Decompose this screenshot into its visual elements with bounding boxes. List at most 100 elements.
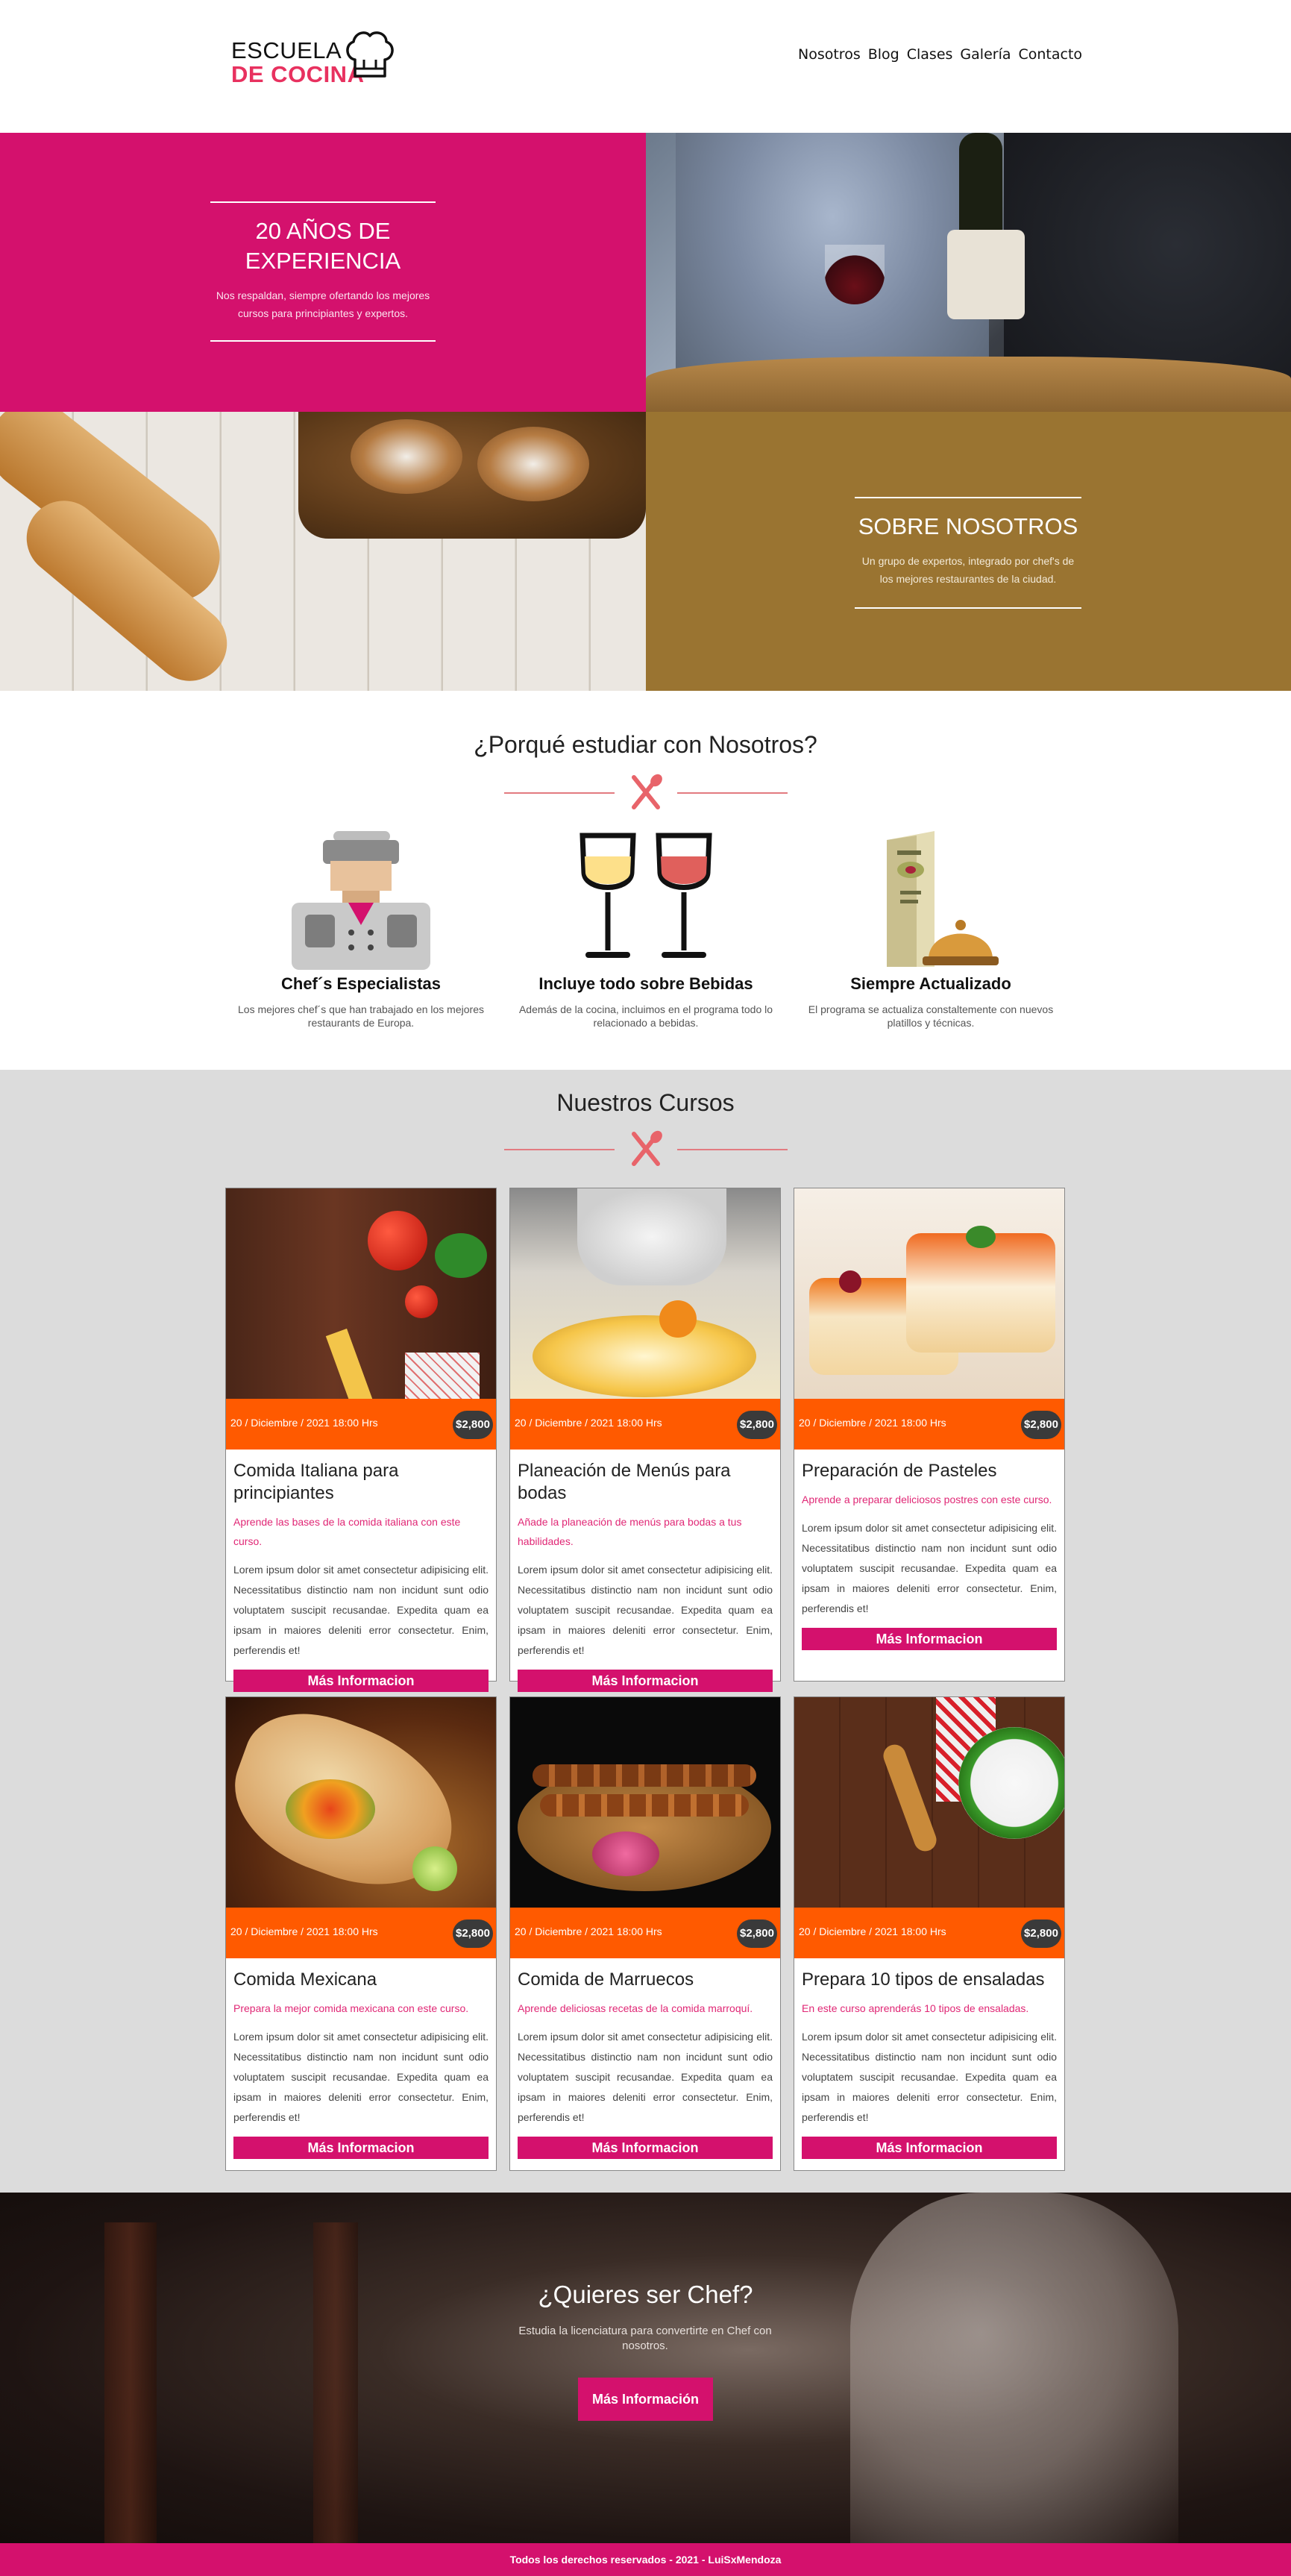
more-info-button[interactable]: Más Informacion xyxy=(518,2137,773,2159)
divider-line-left xyxy=(504,792,615,794)
about-box: SOBRE NOSOTROS Un grupo de expertos, int… xyxy=(855,497,1081,609)
course-title: Preparación de Pasteles xyxy=(802,1461,997,1481)
chef-hat-icon xyxy=(346,31,394,78)
course-image-cakes xyxy=(794,1188,1064,1399)
chef-icon xyxy=(292,831,430,970)
wine-glass-shape xyxy=(825,245,885,304)
divider-line-right xyxy=(677,1149,788,1150)
bread-loaf-shape-2 xyxy=(477,427,589,501)
mint-shape xyxy=(966,1226,996,1248)
course-description: Lorem ipsum dolor sit amet consectetur a… xyxy=(233,2031,489,2123)
course-card: 20 / Diciembre / 2021 18:00 Hrs $2,800 P… xyxy=(794,1696,1065,2171)
feature-updated: Siempre Actualizado El programa se actua… xyxy=(797,828,1065,1030)
site-footer: Todos los derechos reservados - 2021 - L… xyxy=(0,2543,1291,2576)
nav-link-clases[interactable]: Clases xyxy=(907,46,953,63)
course-title: Comida de Marruecos xyxy=(518,1969,694,1990)
price-badge: $2,800 xyxy=(453,1411,493,1439)
course-subtitle: Aprende las bases de la comida italiana … xyxy=(233,1516,461,1547)
nav-link-nosotros[interactable]: Nosotros xyxy=(798,46,861,63)
more-info-button[interactable]: Más Informacion xyxy=(233,1670,489,1692)
course-date: 20 / Diciembre / 2021 18:00 Hrs xyxy=(230,1925,378,1937)
basil-shape xyxy=(435,1233,487,1278)
course-description: Lorem ipsum dolor sit amet consectetur a… xyxy=(802,1522,1057,1614)
skewer-shape-2 xyxy=(540,1794,749,1817)
course-date: 20 / Diciembre / 2021 18:00 Hrs xyxy=(515,1925,662,1937)
about-title: SOBRE NOSOTROS xyxy=(858,513,1078,539)
nav-link-contacto[interactable]: Contacto xyxy=(1019,46,1083,63)
course-subtitle: Aprende a preparar deliciosos postres co… xyxy=(802,1494,1052,1505)
wine-glasses-icon xyxy=(579,833,712,958)
fruit-shape xyxy=(659,1300,697,1338)
courses-section: Nuestros Cursos 20 / Diciembre / 2021 18… xyxy=(0,1070,1291,2193)
courses-divider xyxy=(504,1126,788,1171)
tomato-shape xyxy=(368,1211,427,1270)
pasta-shape xyxy=(325,1328,373,1399)
filling-shape xyxy=(286,1779,375,1839)
more-info-button[interactable]: Más Informacion xyxy=(233,2137,489,2159)
about-text: Un grupo de expertos, integrado por chef… xyxy=(861,555,1075,585)
course-subtitle: Añade la planeación de menús para bodas … xyxy=(518,1516,742,1547)
divider-line-left xyxy=(504,1149,615,1150)
logo-line-1: ESCUELA xyxy=(231,37,342,63)
price-badge: $2,800 xyxy=(1021,1920,1061,1948)
footer-copyright: Todos los derechos reservados - 2021 - L… xyxy=(509,2554,782,2566)
wine-photo xyxy=(646,133,1291,412)
cta-more-info-button[interactable]: Más Información xyxy=(578,2378,713,2421)
why-divider xyxy=(504,770,788,815)
nav-link-galeria[interactable]: Galería xyxy=(960,46,1011,63)
menu-cloche-icon xyxy=(887,831,999,967)
course-title: Comida Italiana para principiantes xyxy=(233,1461,399,1503)
bread-basket-shape xyxy=(298,412,646,539)
lime-shape xyxy=(412,1846,457,1891)
experience-box: 20 AÑOS DE EXPERIENCIA Nos respaldan, si… xyxy=(210,201,436,342)
course-date: 20 / Diciembre / 2021 18:00 Hrs xyxy=(799,1417,946,1429)
feature-drinks-text: Además de la cocina, incluimos en el pro… xyxy=(518,1003,773,1029)
dessert-tray-shape xyxy=(533,1315,756,1397)
feature-drinks: Incluye todo sobre Bebidas Además de la … xyxy=(512,828,780,1030)
chef-arm-shape xyxy=(577,1188,726,1285)
more-info-button[interactable]: Más Informacion xyxy=(802,1628,1057,1650)
about-tile: SOBRE NOSOTROS Un grupo de expertos, int… xyxy=(646,412,1291,691)
experience-text: Nos respaldan, siempre ofertando los mej… xyxy=(216,289,430,319)
background-pillar-shape xyxy=(104,2222,157,2543)
course-title: Planeación de Menús para bodas xyxy=(518,1461,731,1503)
chef-figure-shape xyxy=(850,2193,1178,2543)
price-badge: $2,800 xyxy=(1021,1411,1061,1439)
divider-line-right xyxy=(677,792,788,794)
feature-chefs-text: Los mejores chef´s que han trabajado en … xyxy=(238,1003,484,1029)
more-info-button[interactable]: Más Informacion xyxy=(802,2137,1057,2159)
course-title: Comida Mexicana xyxy=(233,1969,377,1990)
course-image-wedding xyxy=(510,1188,780,1399)
cta-text: Estudia la licenciatura para convertirte… xyxy=(518,2325,772,2352)
course-meta: 20 / Diciembre / 2021 18:00 Hrs $2,800 xyxy=(226,1908,496,1958)
course-card: 20 / Diciembre / 2021 18:00 Hrs $2,800 C… xyxy=(225,1188,497,1692)
cutlery-icon xyxy=(632,1130,662,1166)
napkin-shape xyxy=(947,230,1025,319)
feature-updated-title: Siempre Actualizado xyxy=(850,974,1011,993)
feature-chefs: Chef´s Especialistas Los mejores chef´s … xyxy=(227,828,495,1030)
course-date: 20 / Diciembre / 2021 18:00 Hrs xyxy=(515,1417,662,1429)
course-meta: 20 / Diciembre / 2021 18:00 Hrs $2,800 xyxy=(794,1399,1064,1450)
logo[interactable]: ESCUELA DE COCINA xyxy=(230,27,395,87)
course-image-salads xyxy=(794,1697,1064,1908)
price-badge: $2,800 xyxy=(737,1411,777,1439)
feature-updated-text: El programa se actualiza constaltemente … xyxy=(808,1003,1054,1029)
course-description: Lorem ipsum dolor sit amet consectetur a… xyxy=(233,1564,489,1656)
course-meta: 20 / Diciembre / 2021 18:00 Hrs $2,800 xyxy=(510,1908,780,1958)
course-image-moroccan xyxy=(510,1697,780,1908)
course-description: Lorem ipsum dolor sit amet consectetur a… xyxy=(802,2031,1057,2123)
salad-plate-shape xyxy=(958,1727,1064,1839)
price-badge: $2,800 xyxy=(737,1920,777,1948)
course-description: Lorem ipsum dolor sit amet consectetur a… xyxy=(518,2031,773,2123)
price-badge: $2,800 xyxy=(453,1920,493,1948)
course-image-mexican xyxy=(226,1697,496,1908)
onion-shape xyxy=(592,1831,659,1876)
nav-link-blog[interactable]: Blog xyxy=(868,46,899,63)
cta-section: ¿Quieres ser Chef? Estudia la licenciatu… xyxy=(0,2193,1291,2543)
experience-title: 20 AÑOS DE EXPERIENCIA xyxy=(245,218,401,274)
more-info-button[interactable]: Más Informacion xyxy=(518,1670,773,1692)
bread-loaf-shape xyxy=(351,419,462,494)
bread-shape xyxy=(646,357,1291,412)
site-header: ESCUELA DE COCINA Nosotros Blog Clases G… xyxy=(0,0,1291,133)
napkin-shape xyxy=(405,1353,480,1399)
